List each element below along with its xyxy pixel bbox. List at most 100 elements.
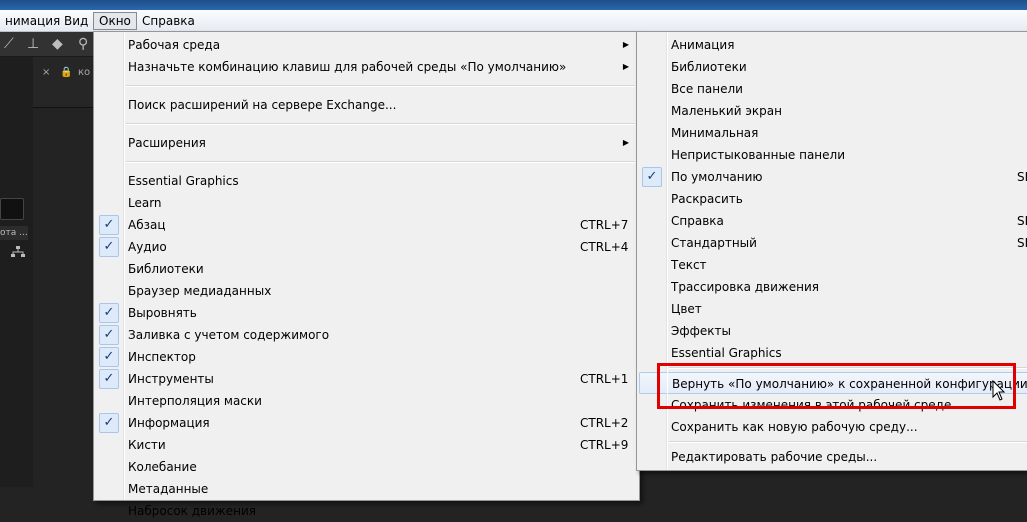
- submenu-arrow-icon: ▶: [622, 138, 629, 147]
- eraser-tool-icon[interactable]: ◆: [52, 36, 63, 52]
- workspace-menu-item-label: Текст: [671, 258, 707, 272]
- window-menu-item-label: Рабочая среда: [128, 38, 221, 52]
- window-menu-item-shortcut: CTRL+2: [580, 416, 629, 430]
- window-menu-item-1[interactable]: Назначьте комбинацию клавиш для рабочей …: [96, 56, 637, 78]
- workspace-menu-item-1[interactable]: Библиотеки: [639, 56, 1027, 78]
- left-panel: [0, 57, 33, 487]
- window-menu-item-20[interactable]: Колебание: [96, 456, 637, 478]
- window-menu-item-label: Essential Graphics: [128, 174, 239, 188]
- check-icon: ✓: [99, 237, 119, 257]
- workspace-menu-item-label: Справка: [671, 214, 724, 228]
- window-menu-item-label: Выровнять: [128, 306, 197, 320]
- title-bar: [0, 0, 1027, 10]
- window-menu-item-label: Learn: [128, 196, 162, 210]
- window-menu-item-8[interactable]: Learn: [96, 192, 637, 214]
- workspace-menu-item-label: Редактировать рабочие среды...: [671, 450, 878, 464]
- submenu-arrow-icon: ▶: [622, 40, 629, 49]
- workspace-menu-item-shortcut: SH: [1017, 170, 1027, 184]
- submenu-arrow-icon: ▶: [622, 62, 629, 71]
- workspace-menu-item-label: По умолчанию: [671, 170, 763, 184]
- stamp-tool-icon[interactable]: ⊥: [27, 36, 39, 52]
- workspace-menu-item-4[interactable]: Минимальная: [639, 122, 1027, 144]
- window-menu-item-0[interactable]: Рабочая среда ▶: [96, 34, 637, 56]
- network-icon[interactable]: [11, 246, 25, 261]
- window-menu-item-14[interactable]: ✓ Заливка с учетом содержимого: [96, 324, 637, 346]
- window-menu-item-label: Абзац: [128, 218, 166, 232]
- window-menu-item-9[interactable]: ✓ Абзац CTRL+7: [96, 214, 637, 236]
- menu-help[interactable]: Справка: [137, 12, 200, 30]
- window-menu-item-label: Инструменты: [128, 372, 214, 386]
- window-menu-item-19[interactable]: Кисти CTRL+9: [96, 434, 637, 456]
- workspace-menu-item-14[interactable]: Essential Graphics: [639, 342, 1027, 364]
- workspace-menu-item-12[interactable]: Цвет: [639, 298, 1027, 320]
- workspace-menu-item-8[interactable]: Справка SH: [639, 210, 1027, 232]
- window-menu-item-label: Колебание: [128, 460, 197, 474]
- window-menu-item-shortcut: CTRL+4: [580, 240, 629, 254]
- workspace-menu-item-2[interactable]: Все панели: [639, 78, 1027, 100]
- workspace-menu-item-label: Сохранить как новую рабочую среду...: [671, 420, 918, 434]
- window-menu-item-18[interactable]: ✓ Информация CTRL+2: [96, 412, 637, 434]
- lock-icon[interactable]: 🔒: [60, 67, 72, 78]
- window-menu-item-label: Поиск расширений на сервере Exchange...: [128, 98, 397, 112]
- window-menu-item-22[interactable]: Набросок движения: [96, 500, 637, 522]
- window-menu-item-label: Библиотеки: [128, 262, 204, 276]
- window-menu-item-5[interactable]: Расширения ▶: [96, 132, 637, 154]
- check-icon: ✓: [642, 167, 662, 187]
- workspace-menu-item-label: Минимальная: [671, 126, 759, 140]
- tool-bar: ⟋ ⊥ ◆ ⚲: [0, 32, 95, 57]
- panel-label: ота ...: [0, 226, 28, 240]
- menu-animation[interactable]: нимация: [0, 12, 65, 30]
- window-menu-item-label: Браузер медиаданных: [128, 284, 272, 298]
- workspace-menu-item-10[interactable]: Текст: [639, 254, 1027, 276]
- window-menu-item-21[interactable]: Метаданные: [96, 478, 637, 500]
- workspace-menu-item-label: Непристыкованные панели: [671, 148, 846, 162]
- window-menu-item-label: Расширения: [128, 136, 206, 150]
- workspace-menu-item-shortcut: SH: [1017, 236, 1027, 250]
- window-menu-separator: [126, 123, 635, 125]
- workspace-menu-item-label: Анимация: [671, 38, 735, 52]
- check-icon: ✓: [99, 303, 119, 323]
- workspace-menu-item-13[interactable]: Эффекты: [639, 320, 1027, 342]
- window-menu-item-10[interactable]: ✓ Аудио CTRL+4: [96, 236, 637, 258]
- window-menu-item-15[interactable]: ✓ Инспектор: [96, 346, 637, 368]
- tab-close-icon[interactable]: ×: [42, 67, 50, 78]
- menu-view[interactable]: Вид: [59, 12, 93, 30]
- workspace-menu-item-18[interactable]: Сохранить как новую рабочую среду...: [639, 416, 1027, 438]
- workspace-menu-item-3[interactable]: Маленький экран: [639, 100, 1027, 122]
- window-menu-item-7[interactable]: Essential Graphics: [96, 170, 637, 192]
- workspace-menu-item-20[interactable]: Редактировать рабочие среды...: [639, 446, 1027, 468]
- window-menu-item-label: Интерполяция маски: [128, 394, 262, 408]
- workspace-menu-item-6[interactable]: ✓ По умолчанию SH: [639, 166, 1027, 188]
- workspace-menu-item-label: Стандартный: [671, 236, 757, 250]
- panel-input[interactable]: [0, 198, 24, 220]
- annotation-highlight-box: [657, 363, 1016, 409]
- window-menu-item-3[interactable]: Поиск расширений на сервере Exchange...: [96, 94, 637, 116]
- window-menu-item-16[interactable]: ✓ Инструменты CTRL+1: [96, 368, 637, 390]
- window-menu-item-label: Аудио: [128, 240, 167, 254]
- workspace-menu-item-label: Все панели: [671, 82, 743, 96]
- panel-tab-label[interactable]: ко: [78, 67, 90, 78]
- puppet-tool-icon[interactable]: ⚲: [78, 36, 88, 52]
- workspace-menu-item-7[interactable]: Раскрасить: [639, 188, 1027, 210]
- workspace-menu-item-9[interactable]: Стандартный SH: [639, 232, 1027, 254]
- workspace-menu-item-11[interactable]: Трассировка движения: [639, 276, 1027, 298]
- panel-tab-strip: × 🔒 ко: [33, 57, 95, 108]
- window-menu-item-13[interactable]: ✓ Выровнять: [96, 302, 637, 324]
- window-menu-item-11[interactable]: Библиотеки: [96, 258, 637, 280]
- window-menu-item-label: Набросок движения: [128, 504, 256, 518]
- window-menu-separator: [126, 161, 635, 163]
- workspace-menu-item-label: Essential Graphics: [671, 346, 782, 360]
- window-menu-item-label: Информация: [128, 416, 210, 430]
- window-menu-item-12[interactable]: Браузер медиаданных: [96, 280, 637, 302]
- window-menu: Рабочая среда ▶ Назначьте комбинацию клави…: [93, 31, 640, 518]
- workspace-menu-item-5[interactable]: Непристыкованные панели: [639, 144, 1027, 166]
- window-menu-item-label: Кисти: [128, 438, 166, 452]
- window-menu-item-label: Назначьте комбинацию клавиш для рабочей …: [128, 60, 567, 74]
- window-menu-item-label: Инспектор: [128, 350, 196, 364]
- brush-tool-icon[interactable]: ⟋: [4, 36, 14, 52]
- workspace-menu-item-label: Трассировка движения: [671, 280, 819, 294]
- workspace-menu-item-0[interactable]: Анимация: [639, 34, 1027, 56]
- workspace-menu-item-label: Цвет: [671, 302, 702, 316]
- menu-window[interactable]: Окно: [93, 12, 137, 30]
- window-menu-item-17[interactable]: Интерполяция маски: [96, 390, 637, 412]
